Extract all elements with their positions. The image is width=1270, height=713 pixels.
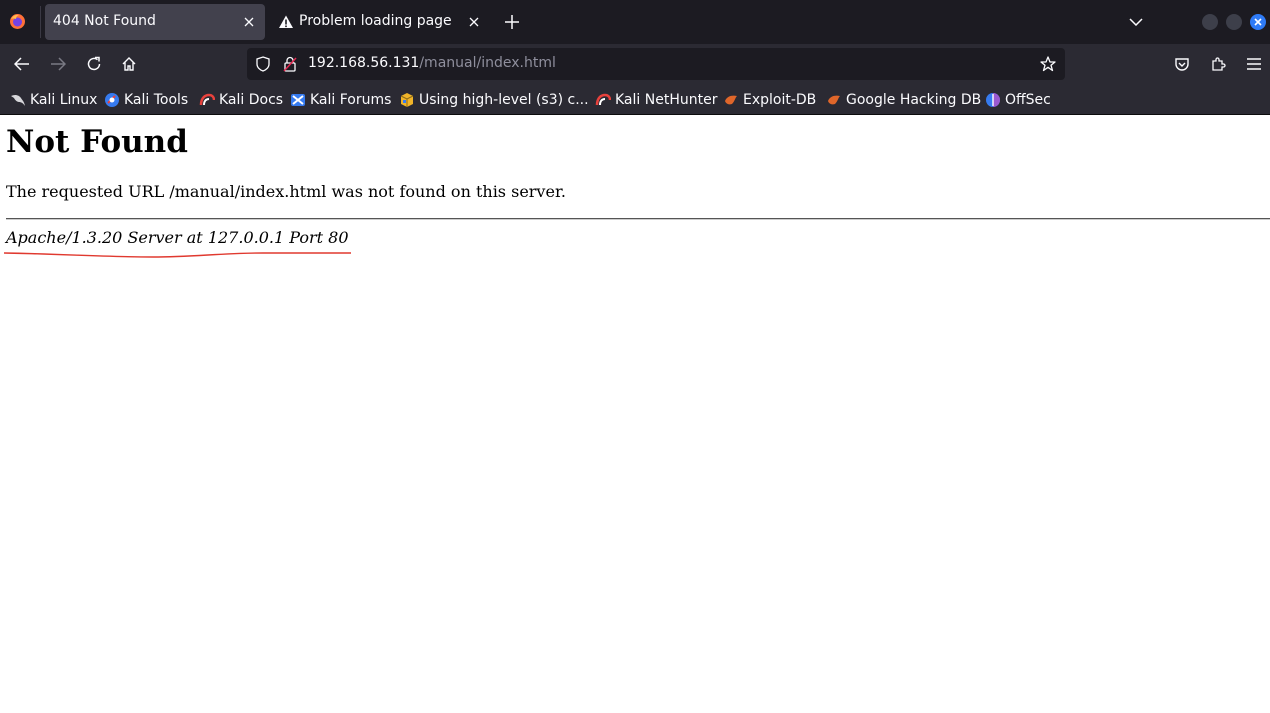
bookmark-label: Kali Forums xyxy=(310,92,392,108)
reload-icon[interactable] xyxy=(82,52,106,76)
home-icon[interactable] xyxy=(117,52,141,76)
close-tab-icon[interactable] xyxy=(466,14,482,30)
kali-forums-icon xyxy=(290,92,306,108)
back-arrow-icon[interactable] xyxy=(10,52,34,76)
bookmarks-toolbar: Kali Linux Kali Tools Kali Docs Kali For… xyxy=(0,84,1270,115)
nethunter-icon xyxy=(595,92,611,108)
bookmark-kali-tools[interactable]: Kali Tools xyxy=(104,90,188,110)
ghdb-icon xyxy=(826,92,842,108)
tab-separator xyxy=(40,6,41,38)
kali-dragon-icon xyxy=(10,92,26,108)
url-path: /manual/index.html xyxy=(419,55,556,71)
firefox-logo-icon[interactable] xyxy=(9,13,26,30)
package-icon xyxy=(399,92,415,108)
bookmark-label: Kali Linux xyxy=(30,92,98,108)
minimize-window-button[interactable] xyxy=(1202,14,1218,30)
bookmark-exploit-db[interactable]: Exploit-DB xyxy=(723,90,816,110)
kali-tools-icon xyxy=(104,92,120,108)
new-tab-plus-icon[interactable] xyxy=(502,12,522,32)
bookmark-google-hacking-db[interactable]: Google Hacking DB xyxy=(826,90,981,110)
bookmark-label: Kali Docs xyxy=(219,92,284,108)
tracking-protection-shield-icon[interactable] xyxy=(255,56,271,72)
maximize-window-button[interactable] xyxy=(1226,14,1242,30)
bookmark-label: Kali Tools xyxy=(124,92,189,108)
close-tab-icon[interactable] xyxy=(241,14,257,30)
pocket-icon[interactable] xyxy=(1170,52,1194,76)
warning-icon xyxy=(278,14,294,30)
list-all-tabs-chevron-down-icon[interactable] xyxy=(1126,12,1146,32)
error-message: The requested URL /manual/index.html was… xyxy=(6,182,566,201)
bookmark-label: Google Hacking DB xyxy=(846,92,982,108)
page-heading: Not Found xyxy=(6,124,188,160)
horizontal-rule xyxy=(6,218,1270,220)
bookmark-kali-docs[interactable]: Kali Docs xyxy=(199,90,283,110)
offsec-icon xyxy=(985,92,1001,108)
tab-title: Problem loading page xyxy=(299,13,452,29)
tab-404-not-found[interactable]: 404 Not Found xyxy=(45,4,265,40)
url-host: 192.168.56.131 xyxy=(308,55,420,71)
kali-docs-icon xyxy=(199,92,215,108)
bookmark-label: Kali NetHunter xyxy=(615,92,718,108)
forward-arrow-icon[interactable] xyxy=(46,52,70,76)
extensions-puzzle-icon[interactable] xyxy=(1206,52,1230,76)
bookmark-star-icon[interactable] xyxy=(1040,56,1056,72)
url-bar[interactable]: 192.168.56.131/manual/index.html xyxy=(247,48,1065,80)
close-icon xyxy=(1254,18,1262,26)
red-underline-annotation xyxy=(3,252,351,258)
insecure-lock-icon[interactable] xyxy=(282,56,298,72)
exploit-db-icon xyxy=(723,92,739,108)
navigation-toolbar: 192.168.56.131/manual/index.html xyxy=(0,44,1270,84)
bookmark-label: Using high-level (s3) c... xyxy=(419,92,589,108)
tab-strip: 404 Not Found Problem loading page xyxy=(0,0,1270,44)
tab-title: 404 Not Found xyxy=(53,13,156,29)
bookmark-kali-nethunter[interactable]: Kali NetHunter xyxy=(595,90,717,110)
bookmark-label: Exploit-DB xyxy=(743,92,817,108)
bookmark-offsec[interactable]: OffSec xyxy=(985,90,1051,110)
page-content: Not Found The requested URL /manual/inde… xyxy=(0,116,1270,713)
close-window-button[interactable] xyxy=(1250,14,1266,30)
hamburger-menu-icon[interactable] xyxy=(1242,52,1266,76)
bookmark-kali-linux[interactable]: Kali Linux xyxy=(10,90,97,110)
bookmark-kali-forums[interactable]: Kali Forums xyxy=(290,90,391,110)
tab-problem-loading-page[interactable]: Problem loading page xyxy=(270,4,490,40)
server-signature: Apache/1.3.20 Server at 127.0.0.1 Port 8… xyxy=(6,228,349,247)
bookmark-label: OffSec xyxy=(1005,92,1051,108)
url-text[interactable]: 192.168.56.131/manual/index.html xyxy=(308,55,556,71)
bookmark-using-high-level-s3[interactable]: Using high-level (s3) c... xyxy=(399,90,589,110)
